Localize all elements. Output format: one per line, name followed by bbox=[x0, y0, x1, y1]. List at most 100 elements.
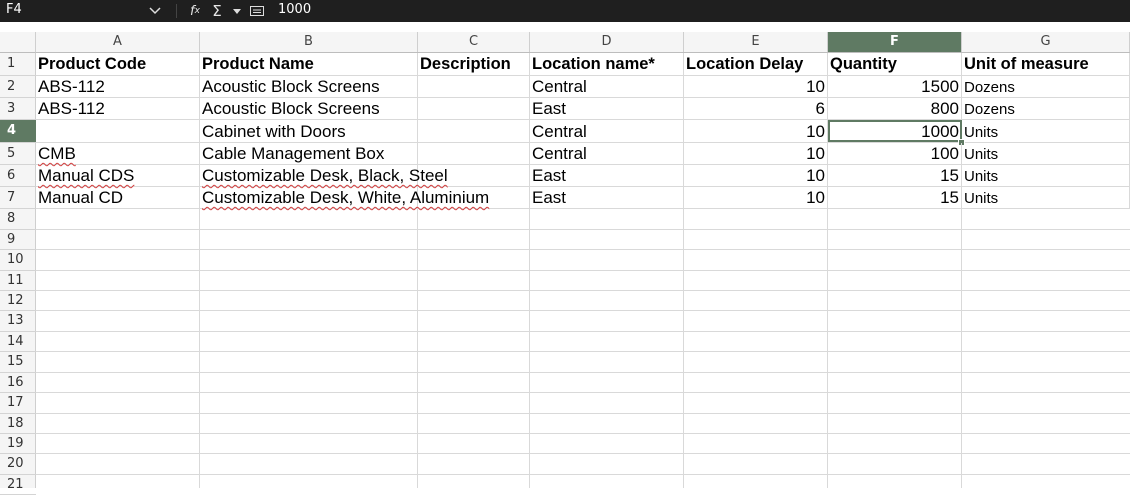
sum-icon[interactable]: Σ bbox=[208, 0, 226, 22]
cell-unit-of-measure[interactable]: Units bbox=[962, 165, 1130, 186]
empty-cell[interactable] bbox=[530, 373, 684, 392]
cell-product-name[interactable]: Cable Management Box bbox=[200, 143, 418, 164]
cell-product-code[interactable]: Manual CDS bbox=[36, 165, 200, 186]
chevron-down-icon[interactable] bbox=[140, 0, 170, 22]
cell-description[interactable] bbox=[418, 98, 530, 119]
empty-cell[interactable] bbox=[36, 475, 200, 488]
row-header[interactable]: 6 bbox=[0, 165, 36, 187]
column-header-c[interactable]: C bbox=[418, 32, 530, 52]
cell-location-delay[interactable]: 6 bbox=[684, 98, 828, 119]
cell-unit-of-measure[interactable]: Units bbox=[962, 120, 1130, 142]
column-header-f[interactable]: F bbox=[828, 32, 962, 52]
select-all-corner[interactable] bbox=[0, 32, 36, 53]
row-header[interactable]: 8 bbox=[0, 209, 36, 230]
cell-location-name[interactable]: East bbox=[530, 187, 684, 208]
empty-cell[interactable] bbox=[684, 311, 828, 331]
header-cell-quantity[interactable]: Quantity bbox=[828, 53, 962, 75]
empty-cell[interactable] bbox=[200, 311, 418, 331]
row-header[interactable]: 1 bbox=[0, 53, 36, 76]
empty-cell[interactable] bbox=[200, 352, 418, 372]
empty-cell[interactable] bbox=[200, 434, 418, 453]
row-header[interactable]: 5 bbox=[0, 143, 36, 165]
cell-product-name[interactable]: Acoustic Block Screens bbox=[200, 98, 418, 119]
empty-cell[interactable] bbox=[418, 373, 530, 392]
cell-quantity[interactable]: 15 bbox=[828, 187, 962, 208]
row-header[interactable]: 19 bbox=[0, 434, 36, 454]
empty-cell[interactable] bbox=[418, 311, 530, 331]
empty-cell[interactable] bbox=[36, 352, 200, 372]
row-header[interactable]: 16 bbox=[0, 373, 36, 393]
row-header[interactable]: 21 bbox=[0, 475, 36, 495]
row-header[interactable]: 13 bbox=[0, 311, 36, 332]
cell-unit-of-measure[interactable]: Units bbox=[962, 143, 1130, 164]
cell-description[interactable] bbox=[418, 165, 530, 186]
row-header[interactable]: 4 bbox=[0, 120, 36, 143]
cell-product-name[interactable]: Customizable Desk, White, Aluminium bbox=[200, 187, 489, 208]
empty-cell[interactable] bbox=[36, 454, 200, 474]
name-box[interactable]: F4 bbox=[0, 0, 170, 22]
empty-cell[interactable] bbox=[684, 393, 828, 413]
cell-location-delay[interactable]: 10 bbox=[684, 187, 828, 208]
empty-cell[interactable] bbox=[36, 250, 200, 270]
empty-cell[interactable] bbox=[36, 230, 200, 249]
row-header[interactable]: 3 bbox=[0, 98, 36, 120]
cell-product-code[interactable]: Manual CD bbox=[36, 187, 200, 208]
empty-cell[interactable] bbox=[418, 332, 530, 351]
column-header-g[interactable]: G bbox=[962, 32, 1130, 52]
empty-cell[interactable] bbox=[684, 475, 828, 488]
empty-cell[interactable] bbox=[530, 209, 684, 229]
function-icon[interactable]: fx bbox=[186, 0, 204, 22]
cell-unit-of-measure[interactable]: Dozens bbox=[962, 98, 1130, 119]
row-header[interactable]: 12 bbox=[0, 291, 36, 311]
cell-location-delay[interactable]: 10 bbox=[684, 143, 828, 164]
header-cell-description[interactable]: Description bbox=[418, 53, 530, 75]
empty-cell[interactable] bbox=[418, 414, 530, 433]
cell-location-delay[interactable]: 10 bbox=[684, 165, 828, 186]
cell-product-code[interactable]: ABS-112 bbox=[36, 76, 200, 97]
empty-cell[interactable] bbox=[200, 271, 418, 290]
row-header[interactable]: 2 bbox=[0, 76, 36, 98]
empty-cell[interactable] bbox=[684, 454, 828, 474]
empty-cell[interactable] bbox=[828, 250, 962, 270]
cell-product-code[interactable]: ABS-112 bbox=[36, 98, 200, 119]
empty-cell[interactable] bbox=[418, 434, 530, 453]
column-header-a[interactable]: A bbox=[36, 32, 200, 52]
header-cell-unit-of-measure[interactable]: Unit of measure bbox=[962, 53, 1130, 75]
empty-cell[interactable] bbox=[828, 414, 962, 433]
row-header[interactable]: 10 bbox=[0, 250, 36, 271]
cell-location-name[interactable]: Central bbox=[530, 76, 684, 97]
cell-product-name[interactable]: Acoustic Block Screens bbox=[200, 76, 418, 97]
empty-cell[interactable] bbox=[530, 271, 684, 290]
empty-cell[interactable] bbox=[530, 434, 684, 453]
empty-cell[interactable] bbox=[828, 434, 962, 453]
empty-cell[interactable] bbox=[530, 414, 684, 433]
empty-cell[interactable] bbox=[418, 393, 530, 413]
empty-cell[interactable] bbox=[418, 352, 530, 372]
column-header-b[interactable]: B bbox=[200, 32, 418, 52]
row-header[interactable]: 11 bbox=[0, 271, 36, 291]
cell-location-delay[interactable]: 10 bbox=[684, 76, 828, 97]
empty-cell[interactable] bbox=[684, 352, 828, 372]
empty-cell[interactable] bbox=[36, 434, 200, 453]
empty-cell[interactable] bbox=[828, 291, 962, 310]
empty-cell[interactable] bbox=[828, 352, 962, 372]
empty-cell[interactable] bbox=[530, 393, 684, 413]
empty-cell[interactable] bbox=[418, 271, 530, 290]
empty-cell[interactable] bbox=[36, 414, 200, 433]
empty-cell[interactable] bbox=[828, 271, 962, 290]
header-cell-location-delay[interactable]: Location Delay bbox=[684, 53, 828, 75]
cell-location-name[interactable]: Central bbox=[530, 143, 684, 164]
empty-cell[interactable] bbox=[530, 475, 684, 488]
empty-cell[interactable] bbox=[530, 230, 684, 249]
empty-cell[interactable] bbox=[684, 414, 828, 433]
empty-cell[interactable] bbox=[828, 230, 962, 249]
empty-cell[interactable] bbox=[684, 434, 828, 453]
caret-down-icon[interactable] bbox=[232, 0, 242, 22]
row-header[interactable]: 7 bbox=[0, 187, 36, 209]
equals-icon[interactable] bbox=[248, 0, 266, 22]
empty-cell[interactable] bbox=[200, 250, 418, 270]
empty-cell[interactable] bbox=[200, 209, 418, 229]
empty-cell[interactable] bbox=[684, 373, 828, 392]
empty-cell[interactable] bbox=[418, 209, 530, 229]
empty-cell[interactable] bbox=[530, 454, 684, 474]
